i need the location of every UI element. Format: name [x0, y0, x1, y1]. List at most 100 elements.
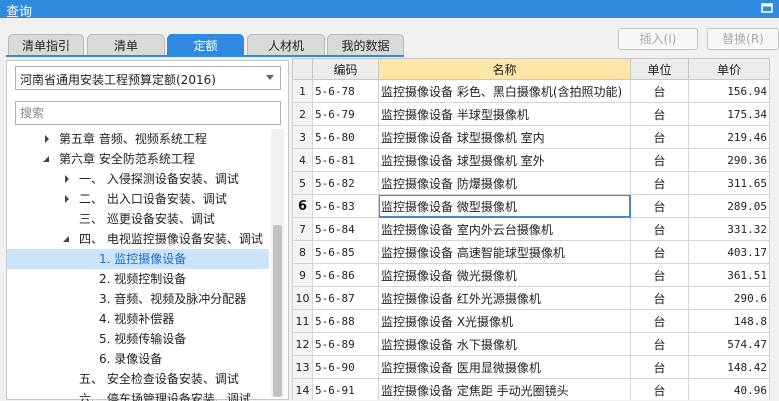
code-cell[interactable]: 5-6-89	[312, 332, 379, 356]
table-scrollbar[interactable]	[770, 58, 779, 400]
code-cell[interactable]: 5-6-79	[312, 102, 379, 126]
tree-scrollbar[interactable]	[271, 129, 284, 397]
tree-node[interactable]: 第五章 音频、视频系统工程	[7, 129, 269, 149]
unit-cell[interactable]: 台	[630, 378, 689, 400]
price-cell[interactable]: 148.42	[688, 355, 770, 379]
name-cell[interactable]: 监控摄像设备 防爆摄像机	[378, 171, 631, 195]
unit-cell[interactable]: 台	[630, 148, 689, 172]
price-cell[interactable]: 148.8	[688, 309, 770, 333]
price-cell[interactable]: 311.65	[688, 171, 770, 195]
table-row[interactable]: 7 5-6-84 监控摄像设备 室内外云台摄像机 台 331.32	[292, 217, 770, 241]
tab-bill[interactable]: 清单	[87, 34, 165, 56]
price-cell[interactable]: 290.36	[688, 148, 770, 172]
table-row[interactable]: 12 5-6-89 监控摄像设备 水下摄像机 台 574.47	[292, 332, 770, 356]
price-cell[interactable]: 403.17	[688, 240, 770, 264]
unit-cell[interactable]: 台	[630, 194, 689, 218]
price-cell[interactable]: 219.46	[688, 125, 770, 149]
replace-button[interactable]: 替换(R)	[707, 28, 779, 50]
code-cell[interactable]: 5-6-87	[312, 286, 379, 310]
name-cell[interactable]: 监控摄像设备 定焦距 手动光圈镜头	[378, 378, 631, 400]
tree-node[interactable]: 四、 电视监控摄像设备安装、调试	[7, 229, 269, 249]
unit-cell[interactable]: 台	[630, 263, 689, 287]
price-cell[interactable]: 361.51	[688, 263, 770, 287]
table-row[interactable]: 4 5-6-81 监控摄像设备 球型摄像机 室外 台 290.36	[292, 148, 770, 172]
insert-button[interactable]: 插入(I)	[618, 28, 698, 50]
name-cell-focused[interactable]: 监控摄像设备 微型摄像机	[378, 194, 631, 218]
table-row[interactable]: 8 5-6-85 监控摄像设备 高速智能球型摄像机 台 403.17	[292, 240, 770, 264]
pin-icon[interactable]	[761, 2, 773, 14]
name-column-header[interactable]: 名称	[378, 58, 631, 80]
code-cell[interactable]: 5-6-86	[312, 263, 379, 287]
tree-node[interactable]: 3. 音频、视频及脉冲分配器	[7, 289, 269, 309]
tree-node[interactable]: 一、 入侵探测设备安装、调试	[7, 169, 269, 189]
name-cell[interactable]: 监控摄像设备 X光摄像机	[378, 309, 631, 333]
code-cell[interactable]: 5-6-82	[312, 171, 379, 195]
price-cell[interactable]: 574.47	[688, 332, 770, 356]
table-row-current[interactable]: 6 5-6-83 监控摄像设备 微型摄像机 台 289.05	[292, 194, 770, 218]
tree-node[interactable]: 五、 安全检查设备安装、调试	[7, 369, 269, 389]
expand-arrow-icon[interactable]	[41, 129, 53, 149]
code-cell[interactable]: 5-6-85	[312, 240, 379, 264]
unit-column-header[interactable]: 单位	[630, 58, 689, 80]
unit-cell[interactable]: 台	[630, 240, 689, 264]
table-row[interactable]: 11 5-6-88 监控摄像设备 X光摄像机 台 148.8	[292, 309, 770, 333]
tree-node[interactable]: 2. 视频控制设备	[7, 269, 269, 289]
table-row[interactable]: 9 5-6-86 监控摄像设备 微光摄像机 台 361.51	[292, 263, 770, 287]
tree-node[interactable]: 6. 录像设备	[7, 349, 269, 369]
unit-cell[interactable]: 台	[630, 125, 689, 149]
name-cell[interactable]: 监控摄像设备 彩色、黑白摄像机(含拍照功能)	[378, 79, 631, 103]
code-cell[interactable]: 5-6-78	[312, 79, 379, 103]
name-cell[interactable]: 监控摄像设备 微光摄像机	[378, 263, 631, 287]
tree-node[interactable]: 第六章 安全防范系统工程	[7, 149, 269, 169]
code-cell[interactable]: 5-6-81	[312, 148, 379, 172]
name-cell[interactable]: 监控摄像设备 球型摄像机 室内	[378, 125, 631, 149]
unit-cell[interactable]: 台	[630, 217, 689, 241]
tab-quota[interactable]: 定额	[167, 34, 244, 56]
table-row[interactable]: 1 5-6-78 监控摄像设备 彩色、黑白摄像机(含拍照功能) 台 156.94	[292, 79, 770, 103]
table-row[interactable]: 3 5-6-80 监控摄像设备 球型摄像机 室内 台 219.46	[292, 125, 770, 149]
expand-arrow-icon[interactable]	[61, 169, 73, 189]
code-column-header[interactable]: 编码	[312, 58, 379, 80]
price-cell[interactable]: 175.34	[688, 102, 770, 126]
unit-cell[interactable]: 台	[630, 286, 689, 310]
price-cell[interactable]: 40.96	[688, 378, 770, 400]
tree-node-selected[interactable]: 1. 监控摄像设备	[7, 249, 269, 269]
code-cell[interactable]: 5-6-80	[312, 125, 379, 149]
tree-node[interactable]: 4. 视频补偿器	[7, 309, 269, 329]
tab-my-data[interactable]: 我的数据	[327, 34, 404, 56]
unit-cell[interactable]: 台	[630, 309, 689, 333]
collapse-arrow-icon[interactable]	[41, 149, 53, 169]
unit-cell[interactable]: 台	[630, 355, 689, 379]
code-cell[interactable]: 5-6-88	[312, 309, 379, 333]
name-cell[interactable]: 监控摄像设备 医用显微摄像机	[378, 355, 631, 379]
table-row[interactable]: 13 5-6-90 监控摄像设备 医用显微摄像机 台 148.42	[292, 355, 770, 379]
price-column-header[interactable]: 单价	[688, 58, 770, 80]
name-cell[interactable]: 监控摄像设备 球型摄像机 室外	[378, 148, 631, 172]
price-cell[interactable]: 290.6	[688, 286, 770, 310]
unit-cell[interactable]: 台	[630, 332, 689, 356]
tree-scrollbar-thumb[interactable]	[273, 225, 282, 397]
search-input[interactable]	[15, 101, 281, 125]
tab-bill-guide[interactable]: 清单指引	[8, 34, 84, 56]
unit-cell[interactable]: 台	[630, 79, 689, 103]
price-cell[interactable]: 331.32	[688, 217, 770, 241]
unit-cell[interactable]: 台	[630, 102, 689, 126]
name-cell[interactable]: 监控摄像设备 水下摄像机	[378, 332, 631, 356]
tab-labor-material-machine[interactable]: 人材机	[247, 34, 325, 56]
code-cell[interactable]: 5-6-90	[312, 355, 379, 379]
unit-cell[interactable]: 台	[630, 171, 689, 195]
code-cell[interactable]: 5-6-91	[312, 378, 379, 400]
name-cell[interactable]: 监控摄像设备 红外光源摄像机	[378, 286, 631, 310]
expand-arrow-icon[interactable]	[61, 189, 73, 209]
name-cell[interactable]: 监控摄像设备 高速智能球型摄像机	[378, 240, 631, 264]
code-cell[interactable]: 5-6-84	[312, 217, 379, 241]
quota-library-select[interactable]: 河南省通用安装工程预算定额(2016)	[15, 66, 281, 90]
name-cell[interactable]: 监控摄像设备 室内外云台摄像机	[378, 217, 631, 241]
tree-node[interactable]: 5. 视频传输设备	[7, 329, 269, 349]
price-cell[interactable]: 156.94	[688, 79, 770, 103]
collapse-arrow-icon[interactable]	[61, 229, 73, 249]
name-cell[interactable]: 监控摄像设备 半球型摄像机	[378, 102, 631, 126]
tree-node[interactable]: 二、 出入口设备安装、调试	[7, 189, 269, 209]
table-row[interactable]: 14 5-6-91 监控摄像设备 定焦距 手动光圈镜头 台 40.96	[292, 378, 770, 400]
tree-node[interactable]: 六、 停车场管理设备安装、调试	[7, 389, 269, 401]
